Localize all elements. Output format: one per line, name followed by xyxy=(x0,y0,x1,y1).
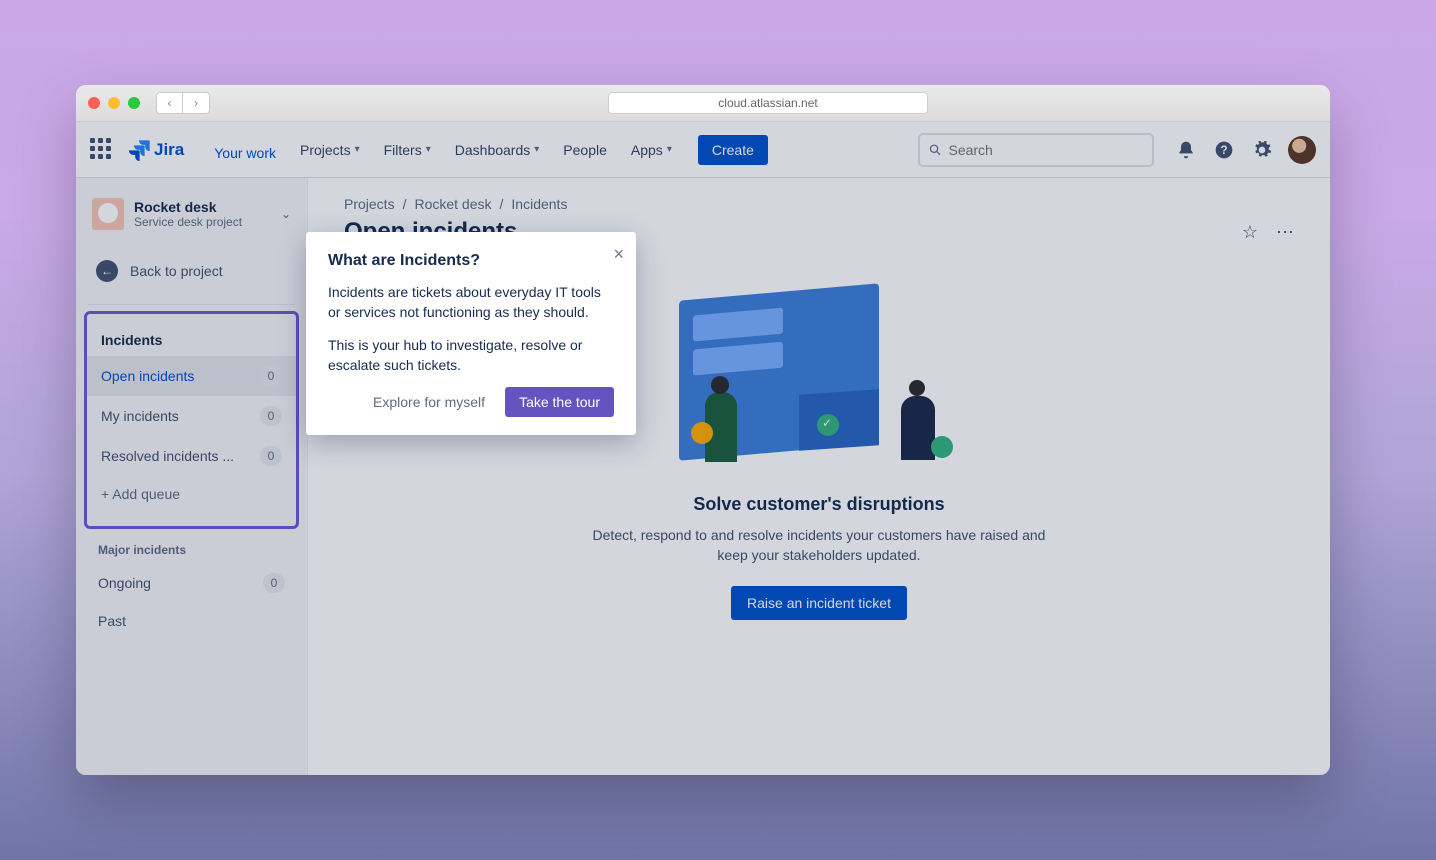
back-label: Back to project xyxy=(130,263,223,279)
create-button[interactable]: Create xyxy=(698,135,768,165)
sidebar: Rocket desk Service desk project ⌄ ← Bac… xyxy=(76,178,308,775)
window-controls xyxy=(88,97,140,109)
section-major-incidents-title: Major incidents xyxy=(84,529,299,563)
nav-dashboards[interactable]: Dashboards▾ xyxy=(445,136,550,164)
breadcrumb: Projects / Rocket desk / Incidents xyxy=(344,196,1294,212)
explore-button[interactable]: Explore for myself xyxy=(361,387,497,417)
browser-nav-arrows: ‹ › xyxy=(156,92,210,114)
queue-resolved-incidents[interactable]: Resolved incidents ... 0 xyxy=(87,436,296,476)
search-icon xyxy=(928,142,942,158)
popover-title: What are Incidents? xyxy=(328,252,614,270)
nav-apps[interactable]: Apps▾ xyxy=(621,136,682,164)
empty-state: Solve customer's disruptions Detect, res… xyxy=(559,286,1079,620)
project-type: Service desk project xyxy=(134,215,271,229)
empty-heading: Solve customer's disruptions xyxy=(559,494,1079,515)
nav-items: Your work Projects▾ Filters▾ Dashboards▾… xyxy=(204,136,682,164)
breadcrumb-project[interactable]: Rocket desk xyxy=(414,196,491,212)
search-box[interactable] xyxy=(918,133,1154,167)
project-name: Rocket desk xyxy=(134,199,271,215)
popover-body-1: Incidents are tickets about everyday IT … xyxy=(328,282,614,323)
search-input[interactable] xyxy=(948,142,1144,158)
major-ongoing[interactable]: Ongoing 0 xyxy=(84,563,299,603)
jira-logo-text: Jira xyxy=(154,140,184,160)
major-past[interactable]: Past xyxy=(84,603,299,639)
add-queue-button[interactable]: + Add queue xyxy=(87,476,296,512)
close-icon[interactable]: × xyxy=(613,244,624,265)
window-close[interactable] xyxy=(88,97,100,109)
take-tour-button[interactable]: Take the tour xyxy=(505,387,614,417)
app-switcher-icon[interactable] xyxy=(90,138,114,162)
chevron-down-icon: ▾ xyxy=(667,144,672,155)
section-incidents-title: Incidents xyxy=(87,324,296,356)
queue-label: My incidents xyxy=(101,408,179,424)
queue-count: 0 xyxy=(260,366,282,386)
chevron-down-icon: ▾ xyxy=(534,144,539,155)
queue-label: Ongoing xyxy=(98,575,151,591)
window-minimize[interactable] xyxy=(108,97,120,109)
nav-filters[interactable]: Filters▾ xyxy=(374,136,441,164)
queue-count: 0 xyxy=(260,406,282,426)
notifications-icon[interactable] xyxy=(1174,138,1198,162)
back-arrow-icon: ← xyxy=(96,260,118,282)
chevron-down-icon: ▾ xyxy=(426,144,431,155)
help-icon[interactable]: ? xyxy=(1212,138,1236,162)
user-avatar[interactable] xyxy=(1288,136,1316,164)
queue-my-incidents[interactable]: My incidents 0 xyxy=(87,396,296,436)
project-avatar xyxy=(92,198,124,230)
raise-incident-button[interactable]: Raise an incident ticket xyxy=(731,586,907,620)
browser-back[interactable]: ‹ xyxy=(157,93,183,113)
nav-your-work[interactable]: Your work xyxy=(204,136,286,183)
breadcrumb-projects[interactable]: Projects xyxy=(344,196,395,212)
browser-forward[interactable]: › xyxy=(183,93,209,113)
queue-count: 0 xyxy=(263,573,285,593)
nav-people[interactable]: People xyxy=(553,136,617,164)
divider xyxy=(88,304,295,305)
queue-label: Past xyxy=(98,613,126,629)
browser-url-bar[interactable]: cloud.atlassian.net xyxy=(608,92,928,114)
nav-projects[interactable]: Projects▾ xyxy=(290,136,370,164)
project-header[interactable]: Rocket desk Service desk project ⌄ xyxy=(84,194,299,234)
more-icon[interactable]: ⋯ xyxy=(1276,222,1294,243)
breadcrumb-current[interactable]: Incidents xyxy=(511,196,567,212)
star-icon[interactable]: ☆ xyxy=(1242,222,1258,243)
settings-icon[interactable] xyxy=(1250,138,1274,162)
onboarding-popover: × What are Incidents? Incidents are tick… xyxy=(306,232,636,435)
chevron-down-icon: ▾ xyxy=(355,144,360,155)
queue-label: Open incidents xyxy=(101,368,194,384)
empty-description: Detect, respond to and resolve incidents… xyxy=(589,525,1049,566)
incidents-queue-block: Incidents Open incidents 0 My incidents … xyxy=(84,311,299,529)
back-to-project[interactable]: ← Back to project xyxy=(84,246,299,296)
jira-icon xyxy=(128,139,150,161)
svg-text:?: ? xyxy=(1220,144,1227,157)
queue-count: 0 xyxy=(260,446,282,466)
queue-label: Resolved incidents ... xyxy=(101,448,234,464)
chevron-down-icon: ⌄ xyxy=(281,207,291,221)
window-maximize[interactable] xyxy=(128,97,140,109)
queue-open-incidents[interactable]: Open incidents 0 xyxy=(87,356,296,396)
popover-body-2: This is your hub to investigate, resolve… xyxy=(328,335,614,376)
jira-logo[interactable]: Jira xyxy=(128,139,184,161)
browser-titlebar: ‹ › cloud.atlassian.net xyxy=(76,85,1330,122)
empty-state-illustration xyxy=(649,286,989,476)
top-nav: Jira Your work Projects▾ Filters▾ Dashbo… xyxy=(76,122,1330,178)
